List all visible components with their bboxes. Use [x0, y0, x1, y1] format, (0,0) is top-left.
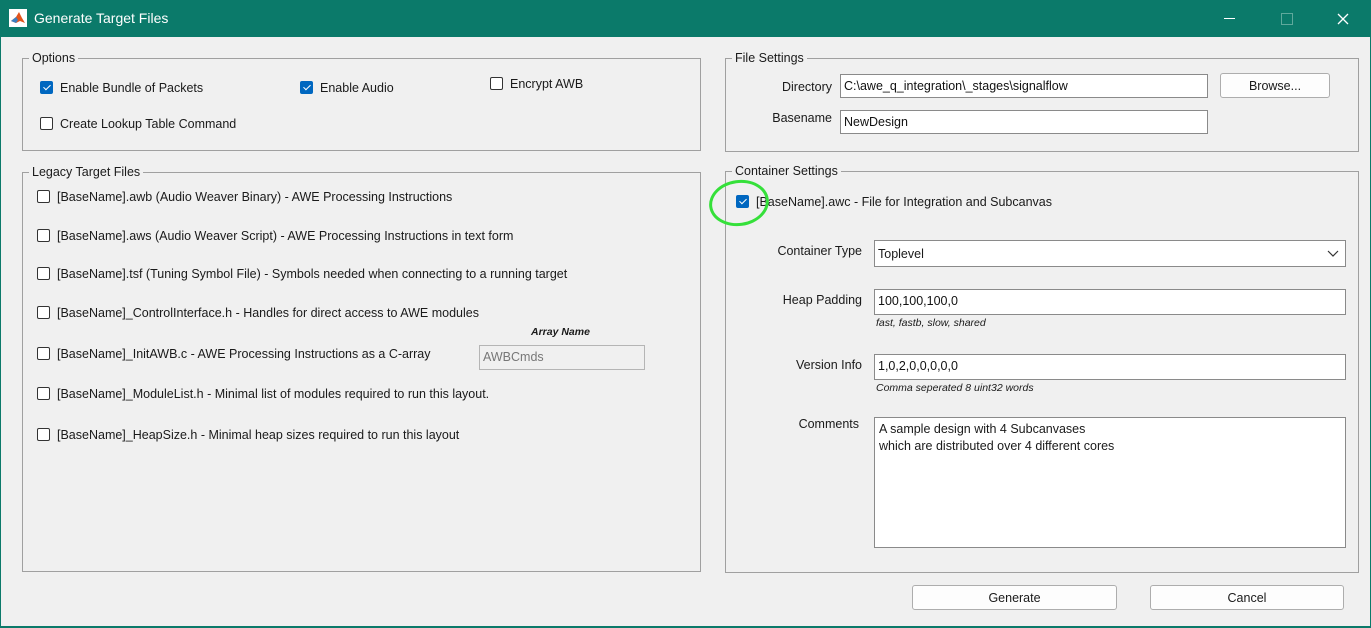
legacy-modulelist-checkbox[interactable]	[37, 387, 50, 400]
maximize-icon	[1281, 12, 1293, 25]
version-info-input[interactable]: 1,0,2,0,0,0,0,0	[874, 354, 1346, 380]
legacy-awb-checkbox[interactable]	[37, 190, 50, 203]
enable-bundle-checkbox[interactable]	[40, 81, 53, 94]
basename-input[interactable]: NewDesign	[840, 110, 1208, 134]
directory-label: Directory	[781, 80, 832, 94]
close-button[interactable]	[1320, 0, 1366, 37]
heap-padding-label: Heap Padding	[782, 293, 862, 307]
legacy-modulelist-label: [BaseName]_ModuleList.h - Minimal list o…	[57, 387, 490, 401]
matlab-icon	[9, 9, 27, 27]
legacy-controlinterface-checkbox[interactable]	[37, 306, 50, 319]
version-info-hint: Comma seperated 8 uint32 words	[876, 382, 1034, 394]
heap-padding-hint: fast, fastb, slow, shared	[876, 317, 986, 329]
options-panel: Options	[22, 51, 701, 151]
file-settings-legend: File Settings	[732, 51, 807, 65]
enable-bundle-label: Enable Bundle of Packets	[60, 81, 204, 95]
legacy-controlinterface-label: [BaseName]_ControlInterface.h - Handles …	[57, 306, 479, 320]
legacy-heapsize-label: [BaseName]_HeapSize.h - Minimal heap siz…	[57, 428, 460, 442]
array-name-input[interactable]: AWBCmds	[479, 345, 645, 370]
window-title: Generate Target Files	[34, 10, 169, 26]
cancel-button[interactable]: Cancel	[1150, 585, 1344, 610]
array-name-label: Array Name	[531, 326, 590, 338]
awc-label: [BaseName].awc - File for Integration an…	[756, 195, 1052, 209]
legacy-initawb-checkbox[interactable]	[37, 347, 50, 360]
legacy-aws-checkbox[interactable]	[37, 229, 50, 242]
minimize-icon	[1223, 18, 1235, 19]
basename-label: Basename	[772, 111, 832, 125]
legacy-initawb-label: [BaseName]_InitAWB.c - AWE Processing In…	[57, 347, 431, 361]
legacy-heapsize-checkbox[interactable]	[37, 428, 50, 441]
enable-audio-checkbox[interactable]	[300, 81, 313, 94]
comments-textarea[interactable]: A sample design with 4 Subcanvases which…	[874, 417, 1346, 548]
lookup-table-label: Create Lookup Table Command	[60, 117, 237, 131]
encrypt-awb-label: Encrypt AWB	[510, 77, 584, 91]
container-type-select[interactable]: Toplevel	[874, 240, 1346, 267]
container-type-value: Toplevel	[878, 247, 924, 261]
legacy-aws-label: [BaseName].aws (Audio Weaver Script) - A…	[57, 229, 514, 243]
chevron-down-icon	[1327, 250, 1339, 257]
legacy-tsf-label: [BaseName].tsf (Tuning Symbol File) - Sy…	[57, 267, 568, 281]
title-bar: Generate Target Files	[0, 0, 1371, 37]
lookup-table-checkbox[interactable]	[40, 117, 53, 130]
browse-button[interactable]: Browse...	[1220, 73, 1330, 98]
encrypt-awb-checkbox[interactable]	[490, 77, 503, 90]
version-info-label: Version Info	[795, 358, 862, 372]
generate-button[interactable]: Generate	[912, 585, 1117, 610]
container-type-label: Container Type	[777, 244, 862, 258]
directory-input[interactable]: C:\awe_q_integration\_stages\signalflow	[840, 74, 1208, 98]
close-icon	[1337, 13, 1349, 24]
minimize-button[interactable]	[1206, 0, 1252, 37]
container-settings-legend: Container Settings	[732, 164, 841, 178]
legacy-legend: Legacy Target Files	[29, 165, 144, 179]
options-legend: Options	[29, 51, 79, 65]
enable-audio-label: Enable Audio	[320, 81, 394, 95]
maximize-button[interactable]	[1264, 0, 1310, 37]
legacy-awb-label: [BaseName].awb (Audio Weaver Binary) - A…	[57, 190, 453, 204]
legacy-tsf-checkbox[interactable]	[37, 267, 50, 280]
heap-padding-input[interactable]: 100,100,100,0	[874, 289, 1346, 315]
comments-label: Comments	[798, 417, 859, 431]
